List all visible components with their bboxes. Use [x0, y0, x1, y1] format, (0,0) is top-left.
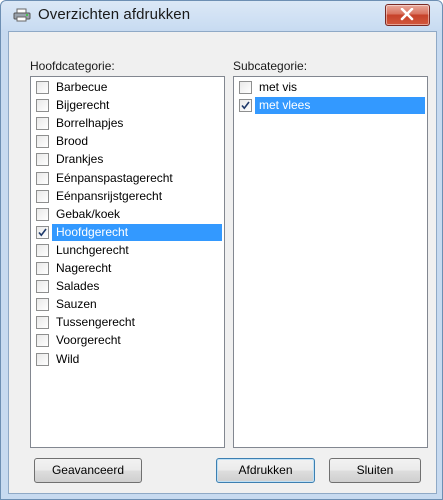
item-label: Sauzen [56, 297, 97, 312]
dialog-client-area: Hoofdcategorie: Subcategorie: Barbecue Bi… [8, 31, 437, 494]
sub-category-list[interactable]: met vis met vlees [233, 76, 428, 448]
item-label: met vlees [259, 98, 311, 113]
close-icon [400, 8, 414, 21]
list-item[interactable]: met vlees [236, 97, 425, 115]
title-bar[interactable]: Overzichten afdrukken [1, 1, 442, 31]
list-item[interactable]: Barbecue [33, 79, 222, 96]
item-label: met vis [259, 80, 298, 94]
item-label: Brood [56, 134, 89, 149]
item-label: Voorgerecht [56, 333, 121, 348]
item-label: Bijgerecht [56, 98, 110, 113]
list-item[interactable]: Tussengerecht [33, 314, 222, 331]
close-button[interactable]: Sluiten [329, 458, 421, 483]
item-label: Salades [56, 279, 100, 294]
item-checkbox[interactable] [36, 262, 49, 275]
printer-icon [13, 8, 31, 22]
sub-category-label: Subcategorie: [233, 59, 308, 73]
main-category-label: Hoofdcategorie: [30, 59, 115, 73]
item-checkbox[interactable] [36, 298, 49, 312]
list-item[interactable]: Drankjes [33, 151, 222, 168]
item-checkbox[interactable] [36, 117, 49, 131]
list-item[interactable]: Wild [33, 351, 222, 368]
list-item[interactable]: Salades [33, 278, 222, 295]
list-item[interactable]: met vis [236, 79, 425, 96]
item-checkbox[interactable] [36, 316, 49, 330]
item-checkbox[interactable] [36, 243, 49, 257]
dialog-window: Overzichten afdrukken Hoofdcategorie: Su… [0, 0, 443, 500]
item-label: Hoofdgerecht [56, 224, 129, 239]
list-item[interactable]: Nagerecht [33, 260, 222, 277]
item-label: Borrelhapjes [56, 116, 124, 131]
item-label: Gebak/koek [56, 206, 121, 221]
item-label: Lunchgerecht [56, 242, 129, 257]
item-checkbox[interactable] [36, 171, 49, 185]
list-item[interactable]: Gebak/koek [33, 206, 222, 223]
item-checkbox[interactable] [36, 135, 49, 149]
window-title: Overzichten afdrukken [38, 6, 191, 23]
item-checkbox[interactable] [36, 207, 49, 221]
item-label: Eénpansrijstgerecht [56, 188, 163, 203]
list-item[interactable]: Bijgerecht [33, 97, 222, 114]
checkmark-icon [241, 101, 250, 110]
checkmark-icon [38, 228, 47, 237]
item-label: Wild [56, 351, 80, 366]
item-checkbox[interactable] [36, 189, 49, 203]
list-item[interactable]: Hoofdgerecht [33, 223, 222, 241]
list-item[interactable]: Lunchgerecht [33, 242, 222, 259]
item-checkbox[interactable] [36, 334, 49, 348]
item-checkbox[interactable] [36, 225, 49, 239]
item-label: Tussengerecht [56, 315, 135, 330]
item-checkbox[interactable] [239, 99, 252, 113]
list-item[interactable]: Sauzen [33, 296, 222, 313]
item-checkbox[interactable] [36, 280, 49, 294]
item-label: Eénpanspastagerecht [56, 170, 173, 185]
item-label: Nagerecht [56, 261, 112, 275]
print-button[interactable]: Afdrukken [216, 458, 315, 483]
list-item[interactable]: Borrelhapjes [33, 115, 222, 132]
list-item[interactable]: Eénpanspastagerecht [33, 170, 222, 187]
main-category-list[interactable]: Barbecue Bijgerecht Borrelhapjes Brood Drank… [30, 76, 225, 448]
item-label: Barbecue [56, 80, 108, 94]
item-checkbox[interactable] [36, 99, 49, 113]
item-checkbox[interactable] [36, 153, 49, 167]
item-checkbox[interactable] [36, 81, 49, 94]
item-label: Drankjes [56, 152, 104, 167]
item-checkbox[interactable] [239, 81, 252, 94]
list-item[interactable]: Voorgerecht [33, 332, 222, 349]
list-item[interactable]: Eénpansrijstgerecht [33, 188, 222, 205]
list-item[interactable]: Brood [33, 133, 222, 150]
advanced-button[interactable]: Geavanceerd [34, 458, 142, 483]
item-checkbox[interactable] [36, 352, 49, 366]
close-window-button[interactable] [385, 4, 430, 26]
